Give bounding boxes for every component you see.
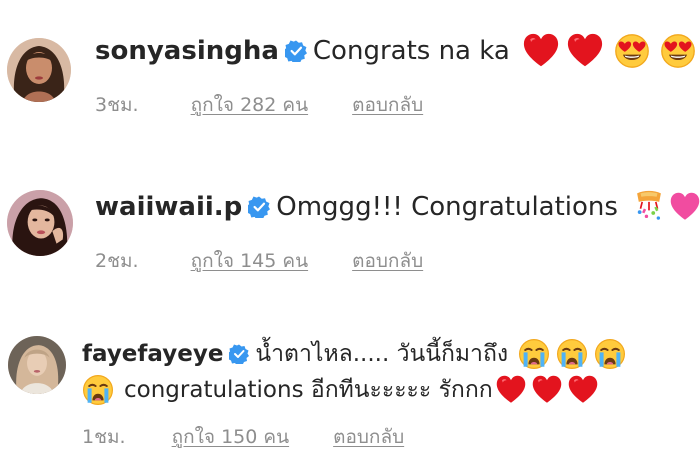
loudly-crying-icon: [594, 338, 626, 370]
avatar[interactable]: [8, 336, 66, 394]
red-heart-icon: [567, 375, 599, 405]
red-heart-icon: [495, 375, 527, 405]
comment-line: fayefayeye น้ำตาไหล..... วันนี้ก็มาถึง: [82, 334, 626, 374]
comment-meta: 3ชม. ถูกใจ 282 คน ตอบกลับ: [95, 90, 423, 120]
verified-badge-icon: [229, 344, 249, 364]
avatar-image: [7, 38, 71, 102]
timestamp: 3ชม.: [95, 94, 139, 116]
red-heart-icon: [522, 33, 560, 69]
loudly-crying-icon: [82, 374, 114, 406]
heart-eyes-icon: [660, 33, 696, 69]
comment-text: Congrats na ka: [312, 36, 510, 66]
comment-fayefayeye: fayefayeye น้ำตาไหล..... วันนี้ก็มาถึง c…: [0, 300, 700, 467]
reply-button[interactable]: ตอบกลับ: [352, 246, 423, 276]
avatar[interactable]: [7, 190, 73, 256]
comment-waiiwaii: waiiwaii.p Omggg!!! Congratulations 2ชม.…: [0, 150, 700, 300]
reply-button[interactable]: ตอบกลับ: [352, 90, 423, 120]
reply-button[interactable]: ตอบกลับ: [333, 422, 404, 452]
username[interactable]: fayefayeye: [82, 341, 223, 367]
likes-count[interactable]: ถูกใจ 145 คน: [191, 246, 308, 276]
loudly-crying-icon: [556, 338, 588, 370]
red-heart-icon: [531, 375, 563, 405]
verified-badge-icon: [285, 40, 307, 62]
comment-meta: 2ชม. ถูกใจ 145 คน ตอบกลับ: [95, 246, 423, 276]
comment-line-2: congratulations อีกทีนะะะะะ รักกก: [82, 370, 599, 410]
avatar-image: [8, 336, 66, 394]
likes-count[interactable]: ถูกใจ 150 คน: [172, 422, 289, 452]
loudly-crying-icon: [518, 338, 550, 370]
comment-text-2: congratulations อีกทีนะะะะะ รักกก: [124, 377, 493, 403]
comment-text: น้ำตาไหล..... วันนี้ก็มาถึง: [255, 341, 509, 367]
comment-text: Omggg!!! Congratulations: [276, 192, 618, 222]
avatar-image: [7, 190, 73, 256]
comment-line: sonyasingha Congrats na ka: [95, 30, 696, 72]
verified-badge-icon: [248, 196, 270, 218]
red-heart-icon: [566, 33, 604, 69]
comment-sonyasingha: sonyasingha Congrats na ka 3ชม. ถูกใจ 28…: [0, 0, 700, 150]
heart-eyes-icon: [614, 33, 650, 69]
comment-meta: 1ชม. ถูกใจ 150 คน ตอบกลับ: [82, 422, 404, 452]
comment-line: waiiwaii.p Omggg!!! Congratulations: [95, 186, 700, 228]
confetti-ball-icon: [632, 189, 666, 225]
pink-heart-icon: [670, 192, 700, 222]
timestamp: 1ชม.: [82, 426, 126, 448]
likes-count[interactable]: ถูกใจ 282 คน: [191, 90, 308, 120]
username[interactable]: sonyasingha: [95, 36, 279, 66]
avatar[interactable]: [7, 38, 71, 102]
username[interactable]: waiiwaii.p: [95, 192, 242, 222]
timestamp: 2ชม.: [95, 250, 139, 272]
